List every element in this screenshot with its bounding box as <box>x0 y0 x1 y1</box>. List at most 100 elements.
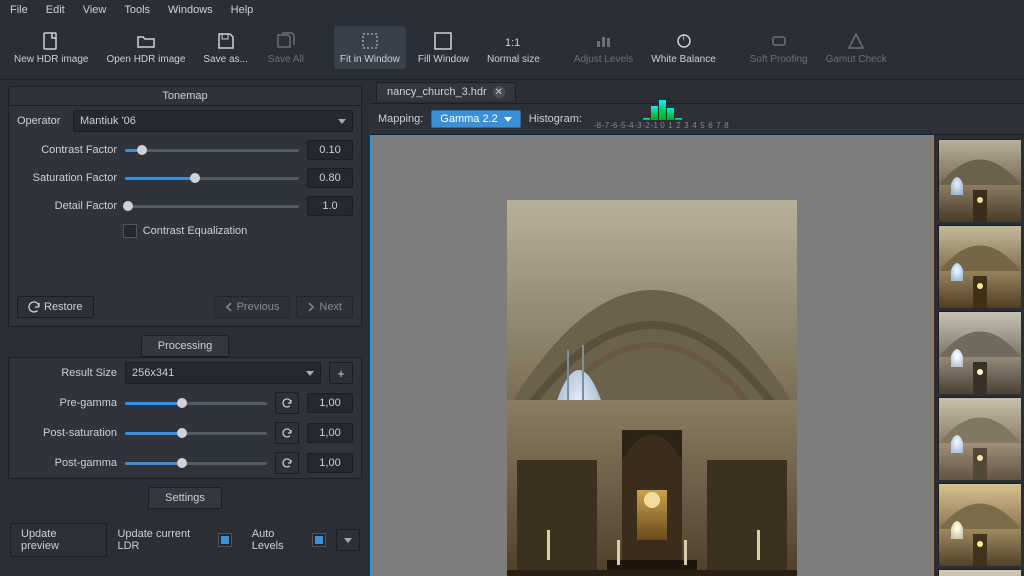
undo-icon <box>281 427 293 439</box>
result-size-value: 256x341 <box>132 367 174 379</box>
new-hdr-label: New HDR image <box>14 54 88 65</box>
chevron-down-icon <box>344 538 352 543</box>
thumbnail[interactable] <box>938 139 1020 221</box>
save-all-icon <box>275 30 297 52</box>
menu-file[interactable]: File <box>10 4 28 16</box>
update-ldr-checkbox[interactable] <box>218 533 232 547</box>
new-hdr-button[interactable]: New HDR image <box>8 26 94 69</box>
undo-icon <box>28 301 40 313</box>
next-button[interactable]: Next <box>296 296 353 318</box>
postgamma-value[interactable]: 1,00 <box>307 453 353 473</box>
open-hdr-label: Open HDR image <box>106 54 185 65</box>
postsat-slider[interactable] <box>125 426 267 440</box>
fill-window-button[interactable]: Fill Window <box>412 26 475 69</box>
detail-label: Detail Factor <box>17 200 117 212</box>
menu-view[interactable]: View <box>83 4 107 16</box>
gamut-check-label: Gamut Check <box>826 54 887 65</box>
soft-proofing-icon <box>768 30 790 52</box>
fit-window-button[interactable]: Fit in Window <box>334 26 406 69</box>
restore-button[interactable]: Restore <box>17 296 94 318</box>
menu-tools[interactable]: Tools <box>124 4 150 16</box>
postgamma-reset[interactable] <box>275 452 299 474</box>
adjust-levels-button[interactable]: Adjust Levels <box>568 26 639 69</box>
detail-slider[interactable] <box>125 199 299 213</box>
pregamma-reset[interactable] <box>275 392 299 414</box>
thumbnail[interactable] <box>938 483 1020 565</box>
processing-tab[interactable]: Processing <box>141 335 229 357</box>
mapping-label: Mapping: <box>378 113 423 125</box>
thumbnail[interactable] <box>938 397 1020 479</box>
operator-select[interactable]: Mantiuk '06 <box>73 110 353 132</box>
pregamma-value[interactable]: 1,00 <box>307 393 353 413</box>
thumbnail[interactable] <box>938 311 1020 393</box>
contrast-value[interactable]: 0.10 <box>307 140 353 160</box>
postsat-value[interactable]: 1,00 <box>307 423 353 443</box>
gamut-check-icon <box>845 30 867 52</box>
mapping-value: Gamma 2.2 <box>440 113 497 125</box>
add-size-button[interactable]: + <box>329 362 353 384</box>
folder-open-icon <box>135 30 157 52</box>
histogram-label: Histogram: <box>529 113 582 125</box>
contrast-eq-label: Contrast Equalization <box>143 225 248 237</box>
bottom-bar: Update preview Update current LDR Auto L… <box>8 517 362 559</box>
save-as-button[interactable]: Save as... <box>197 26 253 69</box>
postgamma-label: Post-gamma <box>17 457 117 469</box>
chevron-down-icon <box>306 371 314 376</box>
tonemap-title: Tonemap <box>9 87 361 106</box>
saturation-slider[interactable] <box>125 171 299 185</box>
chevron-left-icon <box>225 302 233 312</box>
auto-levels-label: Auto Levels <box>252 528 309 552</box>
auto-levels-checkbox[interactable] <box>312 533 326 547</box>
levels-icon <box>593 30 615 52</box>
detail-value[interactable]: 1.0 <box>307 196 353 216</box>
file-tab[interactable]: nancy_church_3.hdr ✕ <box>376 82 516 101</box>
image-viewport[interactable] <box>370 135 934 576</box>
open-hdr-button[interactable]: Open HDR image <box>100 26 191 69</box>
file-tab-name: nancy_church_3.hdr <box>387 86 487 98</box>
soft-proofing-button[interactable]: Soft Proofing <box>744 26 814 69</box>
normal-size-button[interactable]: 1:1 Normal size <box>481 26 546 69</box>
pregamma-slider[interactable] <box>125 396 267 410</box>
save-all-label: Save All <box>268 54 304 65</box>
new-file-icon <box>40 30 62 52</box>
main-area: nancy_church_3.hdr ✕ Mapping: Gamma 2.2 … <box>370 80 1024 566</box>
adjust-levels-label: Adjust Levels <box>574 54 633 65</box>
tonemap-panel: Tonemap Operator Mantiuk '06 Contrast Fa… <box>8 86 362 327</box>
preview-subbar: Mapping: Gamma 2.2 Histogram: -8-7-6-5-4… <box>370 103 1024 135</box>
settings-tab[interactable]: Settings <box>148 487 222 509</box>
thumbnail-strip <box>934 135 1024 576</box>
save-all-button[interactable]: Save All <box>260 26 312 69</box>
thumbnail[interactable] <box>938 569 1020 576</box>
update-preview-button[interactable]: Update preview <box>10 523 107 557</box>
saturation-value[interactable]: 0.80 <box>307 168 353 188</box>
fit-window-label: Fit in Window <box>340 54 400 65</box>
postgamma-slider[interactable] <box>125 456 267 470</box>
contrast-slider[interactable] <box>125 143 299 157</box>
white-balance-button[interactable]: White Balance <box>645 26 721 69</box>
gamut-check-button[interactable]: Gamut Check <box>820 26 893 69</box>
normal-size-icon: 1:1 <box>502 30 524 52</box>
undo-icon <box>281 457 293 469</box>
menu-windows[interactable]: Windows <box>168 4 213 16</box>
result-size-select[interactable]: 256x341 <box>125 362 321 384</box>
menu-edit[interactable]: Edit <box>46 4 65 16</box>
main-toolbar: New HDR image Open HDR image Save as... … <box>0 20 1024 80</box>
operator-label: Operator <box>17 115 65 127</box>
histogram: -8-7-6-5-4-3-2-1012345678 <box>594 108 730 130</box>
result-size-label: Result Size <box>17 367 117 379</box>
previous-button[interactable]: Previous <box>214 296 291 318</box>
fill-window-icon <box>432 30 454 52</box>
contrast-label: Contrast Factor <box>17 144 117 156</box>
postsat-reset[interactable] <box>275 422 299 444</box>
close-icon[interactable]: ✕ <box>493 86 505 98</box>
preview-image <box>507 200 797 576</box>
fit-window-icon <box>359 30 381 52</box>
pregamma-label: Pre-gamma <box>17 397 117 409</box>
menu-help[interactable]: Help <box>231 4 254 16</box>
svg-text:1:1: 1:1 <box>505 37 520 49</box>
contrast-eq-checkbox[interactable] <box>123 224 137 238</box>
mapping-select[interactable]: Gamma 2.2 <box>431 110 520 128</box>
auto-levels-menu-button[interactable] <box>336 529 360 551</box>
menubar: File Edit View Tools Windows Help <box>0 0 1024 20</box>
thumbnail[interactable] <box>938 225 1020 307</box>
